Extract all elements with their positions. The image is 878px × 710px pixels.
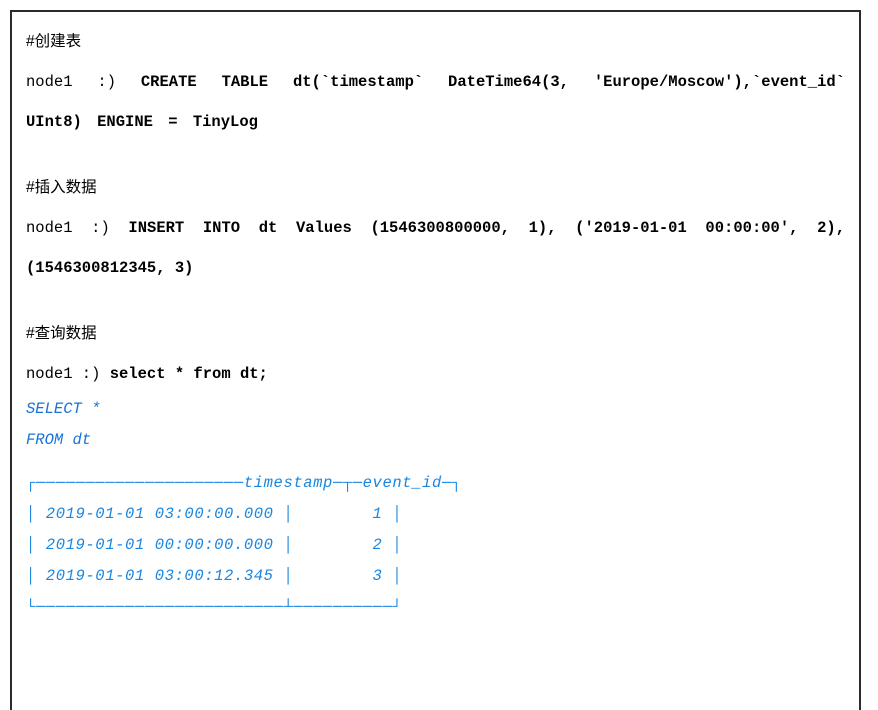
result-table: ┌─────────────────────timestamp─┬─event_… (26, 468, 845, 623)
command-create-table: node1 :) CREATE TABLE dt(`timestamp` Dat… (26, 62, 845, 142)
echoed-query-line-1: SELECT * (26, 400, 101, 418)
result-gap (26, 456, 845, 468)
sql-statement: select * from dt; (109, 365, 268, 383)
command-select: node1 :) select * from dt; (26, 354, 845, 394)
command-insert: node1 :) INSERT INTO dt Values (15463008… (26, 208, 845, 288)
shell-prompt: node1 :) (26, 365, 110, 383)
table-row: │ 2019-01-01 03:00:00.000 │ 1 │ (26, 505, 403, 523)
sql-statement: INSERT INTO dt Values (1546300800000, 1)… (26, 219, 846, 277)
sql-statement: CREATE TABLE dt(`timestamp` DateTime64(3… (26, 73, 845, 131)
section-heading-select: #查询数据 (26, 325, 97, 342)
echoed-query-line-2: FROM dt (26, 431, 92, 449)
section-heading-insert: #插入数据 (26, 179, 97, 196)
table-row: │ 2019-01-01 03:00:12.345 │ 3 │ (26, 567, 403, 585)
table-row: │ 2019-01-01 00:00:00.000 │ 2 │ (26, 536, 403, 554)
section-heading-create: #创建表 (26, 33, 82, 50)
shell-prompt: node1 :) (26, 73, 141, 91)
shell-prompt: node1 :) (26, 219, 129, 237)
table-border-bottom: └─────────────────────────┴──────────┘ (26, 598, 403, 616)
code-block: #创建表 node1 :) CREATE TABLE dt(`timestamp… (10, 10, 861, 710)
table-border-top: ┌─────────────────────timestamp─┬─event_… (26, 474, 462, 492)
